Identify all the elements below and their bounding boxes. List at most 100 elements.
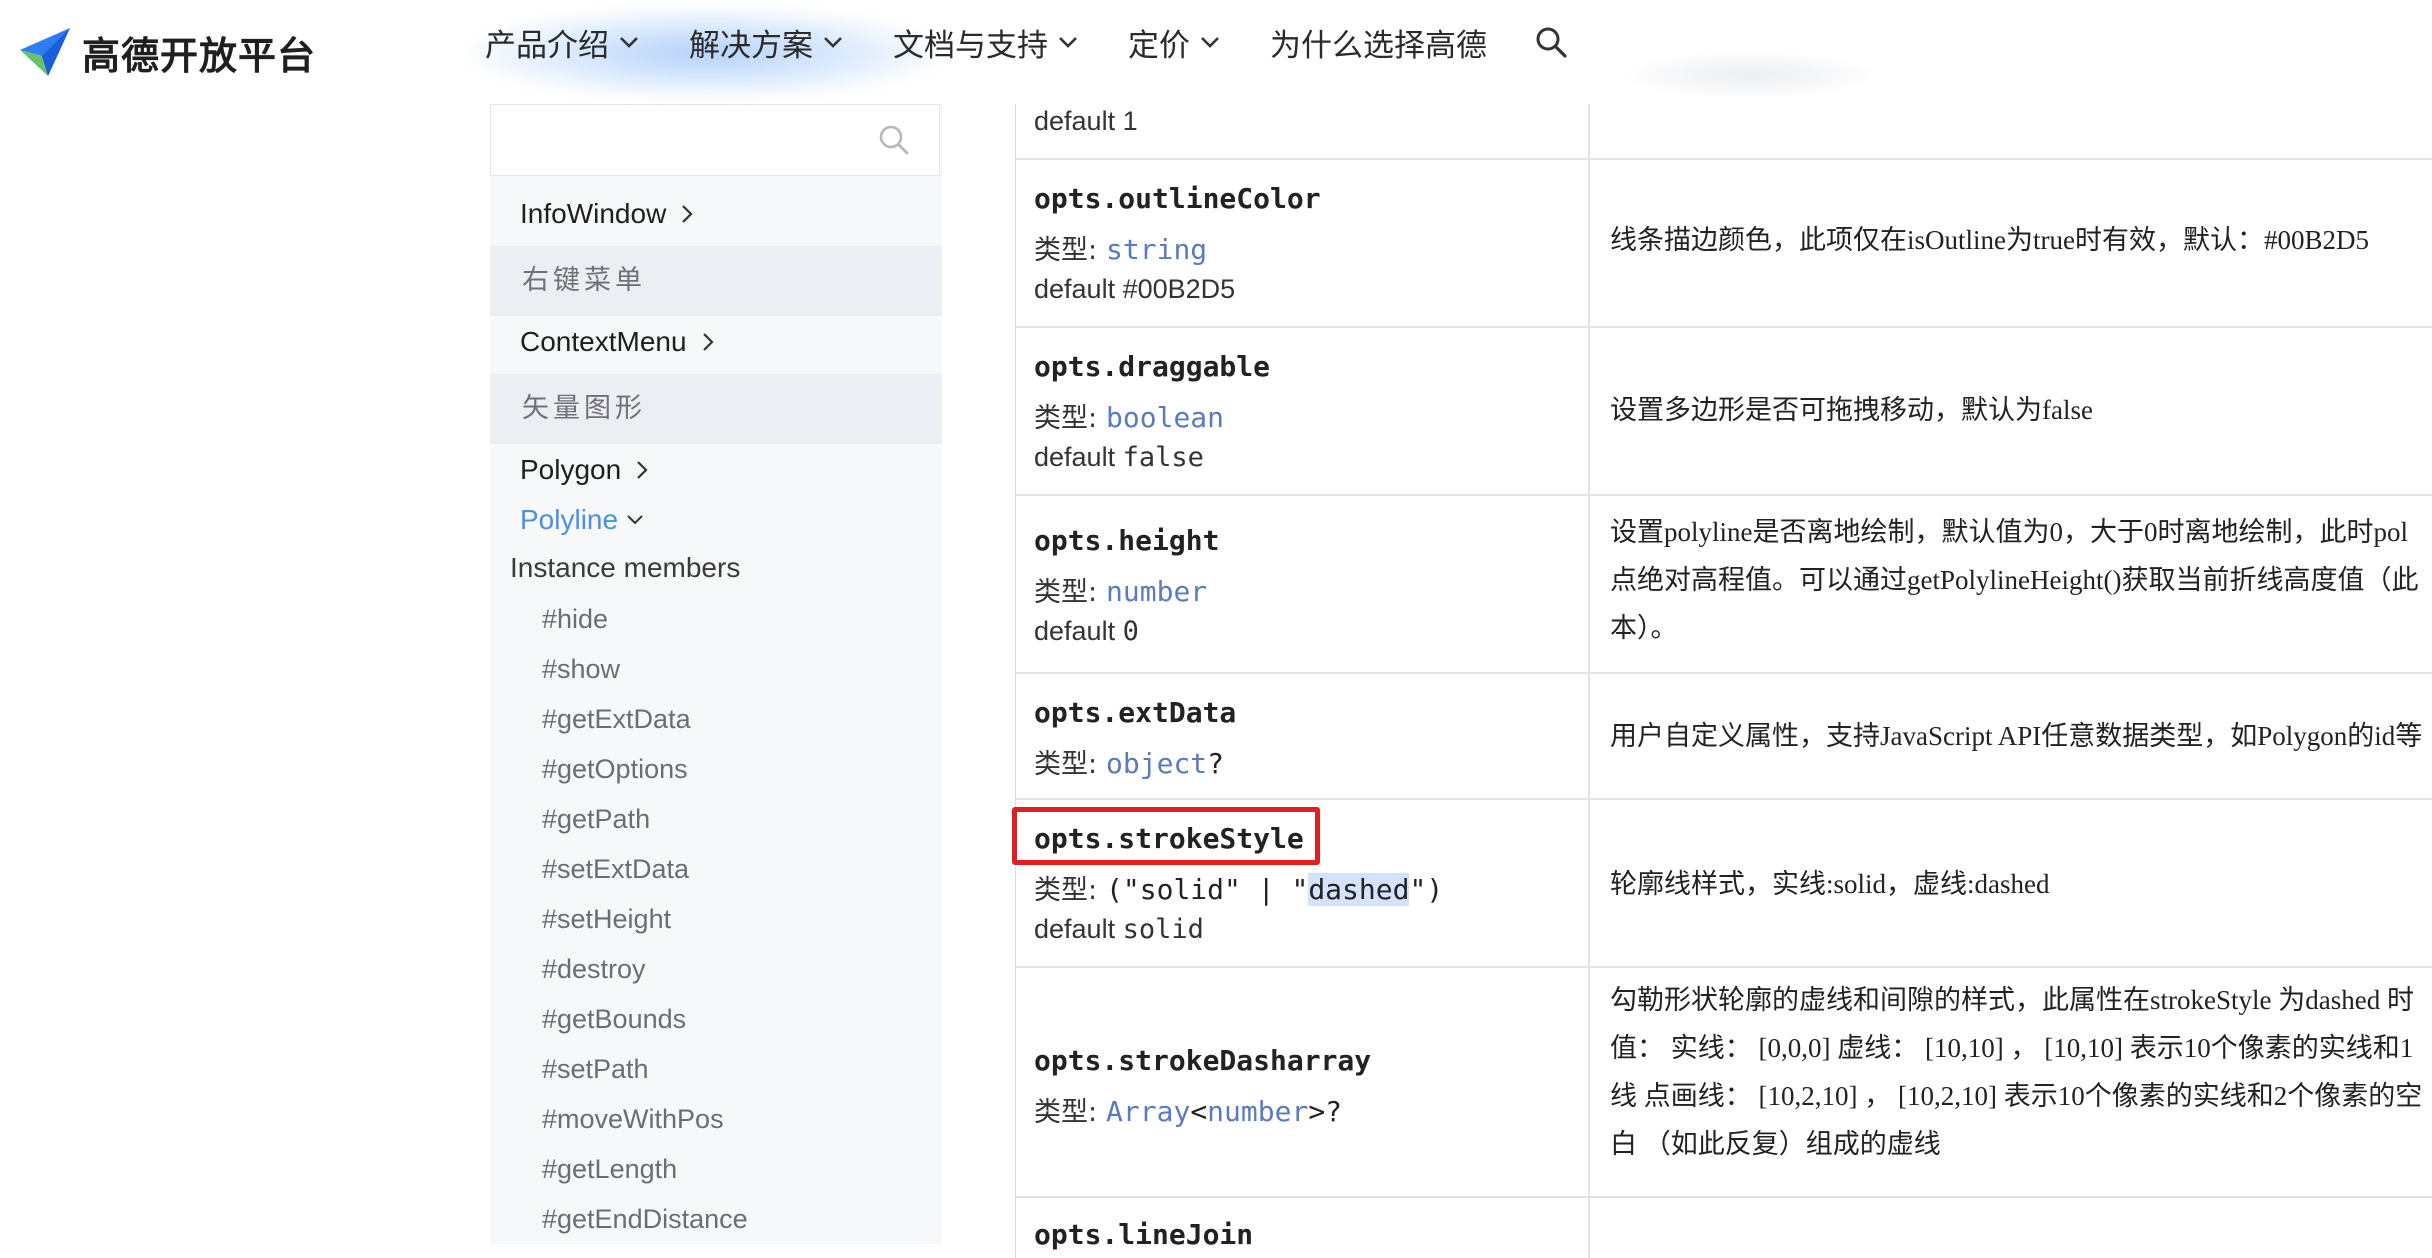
- sidebar-search-input[interactable]: [501, 113, 865, 169]
- sidebar-item-label: Polygon: [520, 454, 622, 485]
- type-label: 类型:: [1034, 235, 1098, 266]
- param-description: 设置多边形是否可拖拽移动，默认为false: [1610, 395, 2093, 425]
- sidebar-member-item[interactable]: #moveWithPos: [542, 1104, 724, 1135]
- param-name: opts.extData: [1034, 696, 1237, 729]
- selected-text: dashed: [1308, 873, 1410, 906]
- param-cell: opts.strokeDasharray 类型: Array<number>?: [1016, 968, 1590, 1196]
- nav-docs[interactable]: 文档与支持: [893, 20, 1078, 65]
- highlight-box: [1012, 807, 1320, 865]
- sidebar-item-contextmenu[interactable]: ContextMenu: [520, 326, 715, 358]
- sidebar-item-label: InfoWindow: [520, 198, 667, 229]
- desc-cell: [1592, 1198, 2432, 1258]
- nav-product-label: 产品介绍: [485, 27, 609, 64]
- param-description-line: 勾勒形状轮廓的虚线和间隙的样式，此属性在strokeStyle 为dashed …: [1610, 985, 2414, 1015]
- type-value[interactable]: boolean: [1106, 401, 1224, 434]
- search-icon[interactable]: [877, 123, 911, 157]
- default-value: solid: [1122, 914, 1204, 945]
- sidebar-group-vector: 矢量图形: [490, 374, 942, 444]
- param-cell: opts.extData 类型: object?: [1016, 674, 1590, 798]
- default-label: default: [1034, 616, 1116, 646]
- default-value: #00B2D5: [1122, 274, 1236, 304]
- type-value[interactable]: Array: [1106, 1095, 1190, 1128]
- param-name: opts.strokeDasharray: [1034, 1044, 1372, 1077]
- table-row: opts.draggable 类型: boolean default false…: [1015, 328, 2432, 496]
- default-label: default: [1034, 914, 1116, 944]
- type-value[interactable]: object: [1106, 747, 1207, 780]
- type-label: 类型:: [1034, 749, 1098, 780]
- options-table: default 1 opts.outlineColor 类型: string d…: [1012, 104, 2432, 1258]
- param-name: opts.draggable: [1034, 350, 1271, 383]
- search-icon[interactable]: [1534, 25, 1568, 59]
- desc-cell: 轮廓线样式，实线:solid，虚线:dashed: [1592, 800, 2432, 966]
- chevron-down-icon: [1201, 37, 1219, 48]
- logo[interactable]: 高德开放平台: [18, 12, 316, 92]
- type-value[interactable]: number: [1207, 1095, 1308, 1128]
- param-description: 轮廓线样式，实线:solid，虚线:dashed: [1610, 869, 2050, 899]
- param-default: default false: [1034, 442, 1204, 473]
- sidebar-member-item[interactable]: #getLength: [542, 1154, 677, 1185]
- nav-why-amap[interactable]: 为什么选择高德: [1270, 20, 1487, 65]
- param-type: 类型: string: [1034, 228, 1207, 267]
- instance-members-heading: Instance members: [510, 552, 741, 583]
- default-value: 1: [1122, 106, 1138, 136]
- param-default: default #00B2D5: [1034, 274, 1235, 305]
- sidebar-group-context-menu: 右键菜单: [490, 246, 942, 316]
- param-name: opts.height: [1034, 524, 1220, 557]
- chevron-down-icon: [620, 37, 638, 48]
- nav-product[interactable]: 产品介绍: [485, 20, 639, 65]
- param-type: 类型: object?: [1034, 742, 1224, 781]
- param-name: opts.lineJoin: [1034, 1218, 1254, 1251]
- sidebar-member-item[interactable]: #getOptions: [542, 754, 688, 785]
- desc-cell: 勾勒形状轮廓的虚线和间隙的样式，此属性在strokeStyle 为dashed …: [1592, 968, 2432, 1196]
- sidebar-member-item[interactable]: #getExtData: [542, 704, 691, 735]
- sidebar-item-polygon[interactable]: Polygon: [520, 454, 649, 486]
- param-cell: opts.lineJoin: [1016, 1198, 1590, 1258]
- desc-cell: 用户自定义属性，支持JavaScript API任意数据类型，如Polygon的…: [1592, 674, 2432, 798]
- table-row: opts.height 类型: number default 0 设置polyl…: [1015, 496, 2432, 674]
- sidebar-member-item[interactable]: #setExtData: [542, 854, 689, 885]
- nav-shadow: [1620, 50, 1880, 100]
- param-description-line: 本）。: [1610, 613, 1678, 643]
- default-label: default: [1034, 274, 1116, 304]
- nav-pricing[interactable]: 定价: [1128, 20, 1220, 65]
- param-default: default 1: [1034, 106, 1138, 137]
- sidebar-member-item[interactable]: #getEndDistance: [542, 1204, 748, 1235]
- sidebar-search: [490, 104, 940, 176]
- sidebar-item-polyline[interactable]: Polyline: [520, 504, 644, 536]
- sidebar-member-item[interactable]: #getBounds: [542, 1004, 686, 1035]
- sidebar-member-item[interactable]: #setPath: [542, 1054, 649, 1085]
- sidebar-item-label: Polyline: [520, 504, 619, 535]
- sidebar-member-item[interactable]: #destroy: [542, 954, 646, 985]
- nav-why-amap-label: 为什么选择高德: [1270, 27, 1487, 64]
- type-label: 类型:: [1034, 577, 1098, 608]
- sidebar-member-item[interactable]: #hide: [542, 604, 608, 635]
- type-optional-mark: ?: [1207, 747, 1225, 780]
- param-description-line: 值： 实线： [0,0,0] 虚线： [10,10] ， [10,10] 表示1…: [1610, 1033, 2414, 1063]
- param-description: 用户自定义属性，支持JavaScript API任意数据类型，如Polygon的…: [1610, 721, 2423, 751]
- chevron-right-icon: [637, 461, 648, 479]
- param-default: default 0: [1034, 616, 1139, 647]
- sidebar-item-label: ContextMenu: [520, 326, 687, 357]
- param-cell: default 1: [1016, 104, 1590, 158]
- table-row: opts.lineJoin: [1015, 1198, 2432, 1258]
- nav-solutions-label: 解决方案: [689, 27, 813, 64]
- chevron-right-icon: [682, 205, 693, 223]
- param-description-line: 点绝对高程值。可以通过getPolylineHeight()获取当前折线高度值（…: [1610, 565, 2419, 595]
- param-default: default solid: [1034, 914, 1204, 945]
- sidebar-member-item[interactable]: #show: [542, 654, 620, 685]
- param-type: 类型: boolean: [1034, 396, 1224, 435]
- sidebar-member-item[interactable]: #getPath: [542, 804, 650, 835]
- type-bracket: >?: [1308, 1095, 1343, 1128]
- param-type: 类型: ("solid" | "dashed"): [1034, 868, 1443, 907]
- param-type: 类型: number: [1034, 570, 1207, 609]
- type-value[interactable]: number: [1106, 575, 1207, 608]
- chevron-down-icon: [824, 37, 842, 48]
- param-cell: opts.height 类型: number default 0: [1016, 496, 1590, 672]
- type-value[interactable]: string: [1106, 233, 1207, 266]
- sidebar-item-infowindow[interactable]: InfoWindow: [520, 198, 694, 230]
- sidebar-member-item[interactable]: #setHeight: [542, 904, 671, 935]
- param-name: opts.outlineColor: [1034, 182, 1321, 215]
- main-nav: 产品介绍 解决方案 文档与支持 定价 为什么选择高德: [460, 0, 1568, 84]
- desc-cell: 设置polyline是否离地绘制，默认值为0，大于0时离地绘制，此时pol 点绝…: [1592, 496, 2432, 672]
- nav-solutions[interactable]: 解决方案: [689, 20, 843, 65]
